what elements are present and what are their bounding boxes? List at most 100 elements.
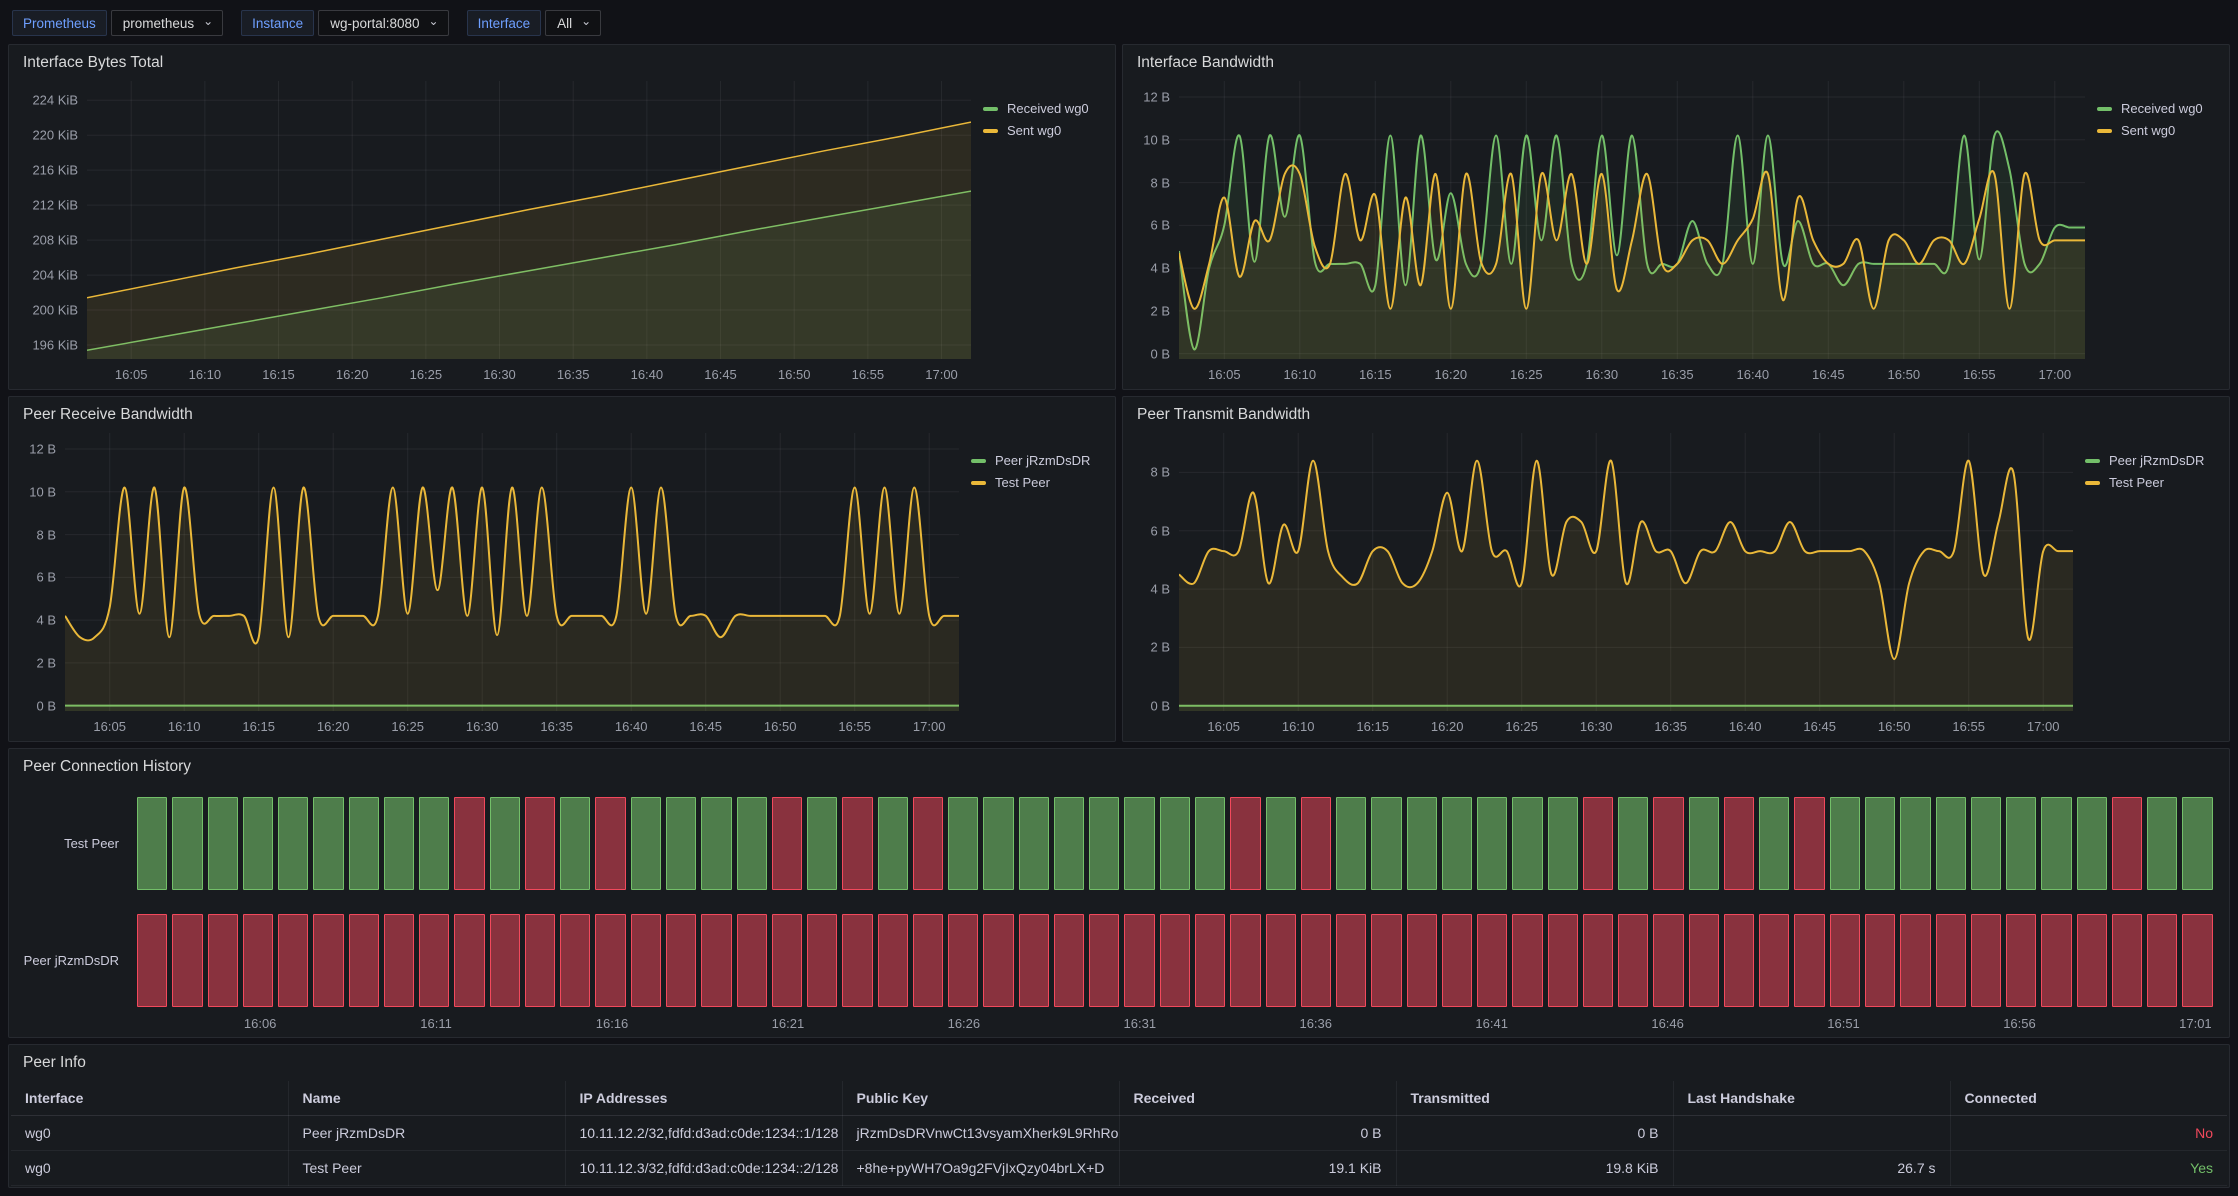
series-area-test-peer	[1179, 460, 2073, 711]
legend-item-sent-wg0[interactable]: Sent wg0	[2097, 123, 2175, 138]
status-bar-down	[490, 914, 520, 1007]
status-bar-down	[983, 914, 1013, 1007]
status-bar-up	[807, 797, 837, 890]
status-bar-down	[1089, 914, 1119, 1007]
legend-item-peer-jrzmdsdr[interactable]: Peer jRzmDsDR	[971, 453, 1090, 468]
status-bar-down	[631, 914, 661, 1007]
panel-header: Peer Receive Bandwidth	[9, 397, 1115, 431]
legend-item-peer-jrzmdsdr[interactable]: Peer jRzmDsDR	[2085, 453, 2204, 468]
status-bar-down	[1195, 914, 1225, 1007]
x-tick-label: 16:45	[1812, 367, 1845, 382]
panel-title[interactable]: Peer Info	[23, 1054, 86, 1072]
status-bar-up	[172, 797, 202, 890]
panel-title[interactable]: Interface Bandwidth	[1137, 54, 1274, 72]
status-bar-down	[560, 914, 590, 1007]
legend-item-received-wg0[interactable]: Received wg0	[983, 101, 1089, 116]
panel-title[interactable]: Peer Receive Bandwidth	[23, 406, 193, 424]
x-tick-label: 16:55	[1963, 367, 1996, 382]
filter-interface: Interface All ⌄	[467, 10, 602, 36]
y-tick-label: 224 KiB	[32, 93, 78, 108]
panel-title[interactable]: Peer Transmit Bandwidth	[1137, 406, 1310, 424]
status-bar-down	[772, 797, 802, 890]
x-tick-label: 16:20	[317, 719, 350, 734]
filter-value-interface-dropdown[interactable]: All ⌄	[545, 10, 601, 36]
filter-value-prometheus-dropdown[interactable]: prometheus ⌄	[111, 10, 223, 36]
x-axis-row: 16:0516:1016:1516:2016:2516:3016:3516:40…	[1131, 711, 2073, 737]
table-cell-transmitted: 19.8 KiB	[1396, 1151, 1673, 1186]
time-tick-label: 16:36	[1299, 1016, 1332, 1031]
status-bar-down	[2077, 914, 2107, 1007]
panel-header: Interface Bytes Total	[9, 45, 1115, 79]
chart-canvas[interactable]	[65, 433, 959, 711]
status-bar-down	[1653, 797, 1683, 890]
x-tick-label: 17:00	[2027, 719, 2060, 734]
x-axis-spacer	[17, 359, 87, 385]
legend-label: Received wg0	[1007, 101, 1089, 116]
chart-grid-area: 196 KiB200 KiB204 KiB208 KiB212 KiB216 K…	[17, 81, 971, 359]
column-header-ip-addresses[interactable]: IP Addresses	[565, 1081, 842, 1116]
panel-title[interactable]: Peer Connection History	[23, 758, 191, 776]
table-row: wg0Test Peer10.11.12.3/32,fdfd:d3ad:c0de…	[11, 1151, 2227, 1186]
chart-legend: Peer jRzmDsDR Test Peer	[2073, 433, 2223, 737]
status-bar-down	[878, 914, 908, 1007]
column-header-name[interactable]: Name	[288, 1081, 565, 1116]
legend-item-test-peer[interactable]: Test Peer	[2085, 475, 2164, 490]
chart-legend: Received wg0 Sent wg0	[2085, 81, 2223, 385]
table-cell-name: Peer jRzmDsDR	[288, 1116, 565, 1151]
y-axis: 196 KiB200 KiB204 KiB208 KiB212 KiB216 K…	[17, 81, 87, 359]
x-tick-label: 16:10	[1282, 719, 1315, 734]
plot-area[interactable]	[1179, 81, 2085, 359]
column-header-transmitted[interactable]: Transmitted	[1396, 1081, 1673, 1116]
legend-label: Peer jRzmDsDR	[2109, 453, 2204, 468]
status-history-rows[interactable]: Test PeerPeer jRzmDsDR	[19, 789, 2213, 1009]
x-tick-label: 16:45	[1803, 719, 1836, 734]
plot-area[interactable]	[1179, 433, 2073, 711]
legend-label: Test Peer	[2109, 475, 2164, 490]
status-bar-down	[525, 797, 555, 890]
status-bar-down	[666, 914, 696, 1007]
x-tick-label: 16:15	[242, 719, 275, 734]
legend-item-sent-wg0[interactable]: Sent wg0	[983, 123, 1061, 138]
x-axis: 16:0516:1016:1516:2016:2516:3016:3516:40…	[87, 359, 971, 385]
column-header-last-handshake[interactable]: Last Handshake	[1673, 1081, 1950, 1116]
status-bar-down	[1230, 797, 1260, 890]
panel-title[interactable]: Interface Bytes Total	[23, 54, 163, 72]
chart-canvas[interactable]	[1179, 81, 2085, 359]
chart-canvas[interactable]	[1179, 433, 2073, 711]
chart-canvas[interactable]	[87, 81, 971, 359]
status-bar-down	[1124, 914, 1154, 1007]
x-axis: 16:0516:1016:1516:2016:2516:3016:3516:40…	[1179, 359, 2085, 385]
table-row: wg0Peer jRzmDsDR10.11.12.2/32,fdfd:d3ad:…	[11, 1116, 2227, 1151]
plot-area[interactable]	[65, 433, 959, 711]
column-header-public-key[interactable]: Public Key	[842, 1081, 1119, 1116]
column-header-connected[interactable]: Connected	[1950, 1081, 2227, 1116]
x-axis: 16:0516:1016:1516:2016:2516:3016:3516:40…	[1179, 711, 2073, 737]
status-bar-up	[1618, 797, 1648, 890]
column-header-interface[interactable]: Interface	[11, 1081, 288, 1116]
y-tick-label: 2 B	[1150, 640, 1170, 655]
status-bar-up	[2006, 797, 2036, 890]
x-tick-label: 16:25	[391, 719, 424, 734]
legend-item-test-peer[interactable]: Test Peer	[971, 475, 1050, 490]
column-header-received[interactable]: Received	[1119, 1081, 1396, 1116]
status-bar-down	[948, 914, 978, 1007]
y-tick-label: 212 KiB	[32, 198, 78, 213]
plot-area[interactable]	[87, 81, 971, 359]
x-tick-label: 16:30	[466, 719, 499, 734]
x-axis-spacer	[1131, 711, 1179, 737]
status-bar-up	[1160, 797, 1190, 890]
y-tick-label: 4 B	[1150, 261, 1170, 276]
x-axis: 16:0516:1016:1516:2016:2516:3016:3516:40…	[65, 711, 959, 737]
status-bar-down	[595, 797, 625, 890]
table-cell-interface: wg0	[11, 1151, 288, 1186]
time-tick-label: 17:01	[2179, 1016, 2212, 1031]
status-bar-down	[278, 914, 308, 1007]
x-tick-label: 16:20	[336, 367, 369, 382]
legend-item-received-wg0[interactable]: Received wg0	[2097, 101, 2203, 116]
status-bar-down	[1407, 914, 1437, 1007]
status-bar-down	[1583, 914, 1613, 1007]
dashboard-row-2: Peer Receive Bandwidth 0 B2 B4 B6 B8 B10…	[8, 396, 2230, 742]
status-bar-down	[1266, 914, 1296, 1007]
filter-value-instance-dropdown[interactable]: wg-portal:8080 ⌄	[318, 10, 448, 36]
x-tick-label: 16:40	[615, 719, 648, 734]
